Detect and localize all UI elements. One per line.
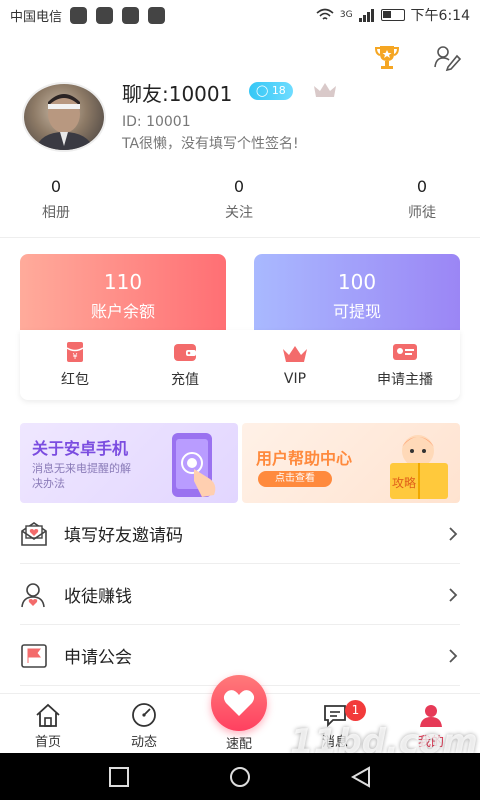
system-navigation-bar [0,753,480,800]
message-badge: 1 [345,700,366,721]
id-card-icon [393,344,417,360]
back-icon[interactable] [350,766,372,788]
activity-icon [148,6,166,24]
red-packet-icon: ¥ [66,342,84,362]
recent-apps-icon[interactable] [108,766,130,788]
stat-label: 师徒 [408,205,436,221]
menu-label: 填写好友邀请码 [64,526,183,546]
crown-icon [314,83,336,97]
heart-icon [223,690,255,716]
action-red-packet[interactable]: ¥ 红包 [20,330,130,400]
notification-icon [96,6,114,24]
user-id: ID: 10001 [122,114,191,130]
stat-label: 关注 [225,205,253,221]
home-icon [36,703,60,727]
svg-text:¥: ¥ [72,352,77,361]
tab-label: 速配 [225,737,252,752]
banner-subtitle: 消息无来电提醒的解决办法 [32,462,131,490]
signature: TA很懒，没有填写个性签名! [122,136,299,152]
tab-label: 首页 [34,735,61,750]
banner-title: 用户帮助中心 [256,449,353,468]
action-vip[interactable]: VIP [240,330,350,400]
android-tips-banner[interactable]: 关于安卓手机 消息无来电提醒的解决办法 [20,423,238,503]
banner-title: 关于安卓手机 [32,439,129,458]
withdraw-card[interactable]: 100 可提现 [254,254,460,330]
action-label: 充值 [171,372,199,388]
tab-feed[interactable]: 动态 [104,702,184,750]
view-button[interactable]: 点击查看 [258,471,332,487]
tab-label: 消息 [321,735,348,750]
action-label: VIP [283,371,307,387]
menu-invite-code[interactable]: 填写好友邀请码 [20,504,460,564]
user-heart-icon [21,582,45,607]
withdraw-label: 可提现 [332,302,381,321]
battery-icon [380,9,405,21]
balance-card[interactable]: 110 账户余额 [20,254,226,330]
home-button-icon[interactable] [228,766,252,788]
chevron-right-icon [449,587,458,602]
flag-icon [21,643,47,668]
tab-home[interactable]: 首页 [8,702,88,750]
tab-me[interactable]: 我的 [391,702,471,750]
network-type: 3G [339,10,353,20]
wallet-icon [174,344,196,361]
menu-recruit-apprentice[interactable]: 收徒赚钱 [20,565,460,625]
notification-icon [70,6,88,24]
stat-label: 相册 [42,205,70,221]
chevron-right-icon [449,648,458,663]
stat-following[interactable]: 0 关注 [199,177,279,222]
status-bar: 中国电信 3G 下午6:14 [0,0,480,30]
withdraw-value: 100 [337,270,377,294]
action-apply-anchor[interactable]: 申请主播 [350,330,460,400]
balance-label: 账户余额 [90,302,155,321]
menu-label: 申请公会 [64,648,132,668]
envelope-heart-icon [21,521,47,546]
tab-label: 我的 [417,735,444,750]
help-center-banner[interactable]: 用户帮助中心 点击查看 攻略 [242,423,460,503]
profile-icon [420,705,442,727]
chevron-right-icon [449,526,458,541]
divider [0,237,480,238]
crown-icon [283,346,307,362]
trophy-icon[interactable] [372,42,402,72]
stat-value: 0 [50,177,62,196]
stat-value: 0 [416,177,428,196]
stat-album[interactable]: 0 相册 [16,177,96,222]
carrier-name: 中国电信 [10,9,63,25]
level-badge: ◯ 18 [249,82,293,100]
action-label: 申请主播 [377,372,433,388]
balance-value: 110 [103,270,143,294]
avatar[interactable] [22,82,106,152]
nickname: 聊友:10001 [122,82,233,106]
tab-match[interactable]: 速配 [199,730,279,752]
clock: 下午6:14 [410,8,470,24]
action-label: 红包 [61,372,89,388]
phone-illustration-icon [172,433,216,497]
book-text: 攻略 [392,475,416,490]
tab-label: 动态 [130,735,157,750]
edit-profile-icon[interactable] [432,42,462,72]
signal-icon [358,8,374,22]
image-icon [122,6,140,24]
level-icon: ◯ [256,84,269,97]
dashboard-icon [132,703,156,727]
stat-value: 0 [233,177,245,196]
match-button[interactable] [211,675,267,731]
level-value: 18 [271,84,286,97]
quick-actions: ¥ 红包 充值 VIP 申请主播 [20,330,460,400]
wifi-icon [316,8,334,20]
menu-label: 收徒赚钱 [64,587,132,607]
action-recharge[interactable]: 充值 [130,330,240,400]
guide-book-illustration-icon: 攻略 [390,435,448,499]
stat-mentor[interactable]: 0 师徒 [382,177,462,222]
